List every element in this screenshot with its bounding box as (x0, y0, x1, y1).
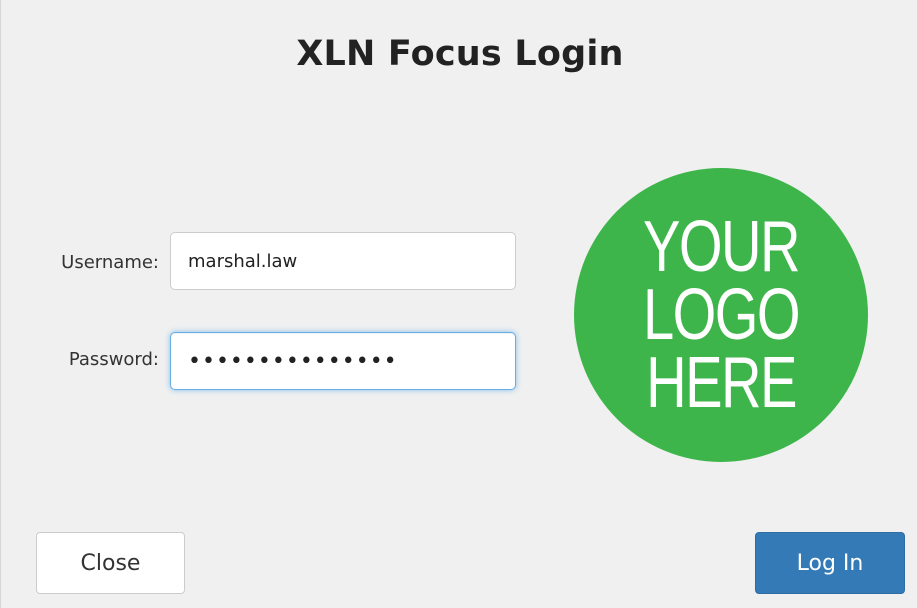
login-dialog: XLN Focus Login Username: Password: YOUR… (0, 0, 918, 608)
login-button[interactable]: Log In (755, 532, 905, 594)
password-input[interactable] (170, 332, 516, 390)
logo-line-2: LOGO (642, 275, 801, 355)
logo-text: YOUR LOGO HERE (574, 168, 868, 462)
company-logo-placeholder: YOUR LOGO HERE (574, 168, 868, 462)
logo-line-3: HERE (646, 343, 797, 423)
logo-line-1: YOUR (642, 207, 801, 287)
dialog-title: XLN Focus Login (296, 34, 624, 74)
username-label: Username: (61, 252, 159, 273)
close-button[interactable]: Close (36, 532, 185, 594)
password-label: Password: (68, 349, 159, 370)
username-input[interactable] (170, 232, 516, 290)
